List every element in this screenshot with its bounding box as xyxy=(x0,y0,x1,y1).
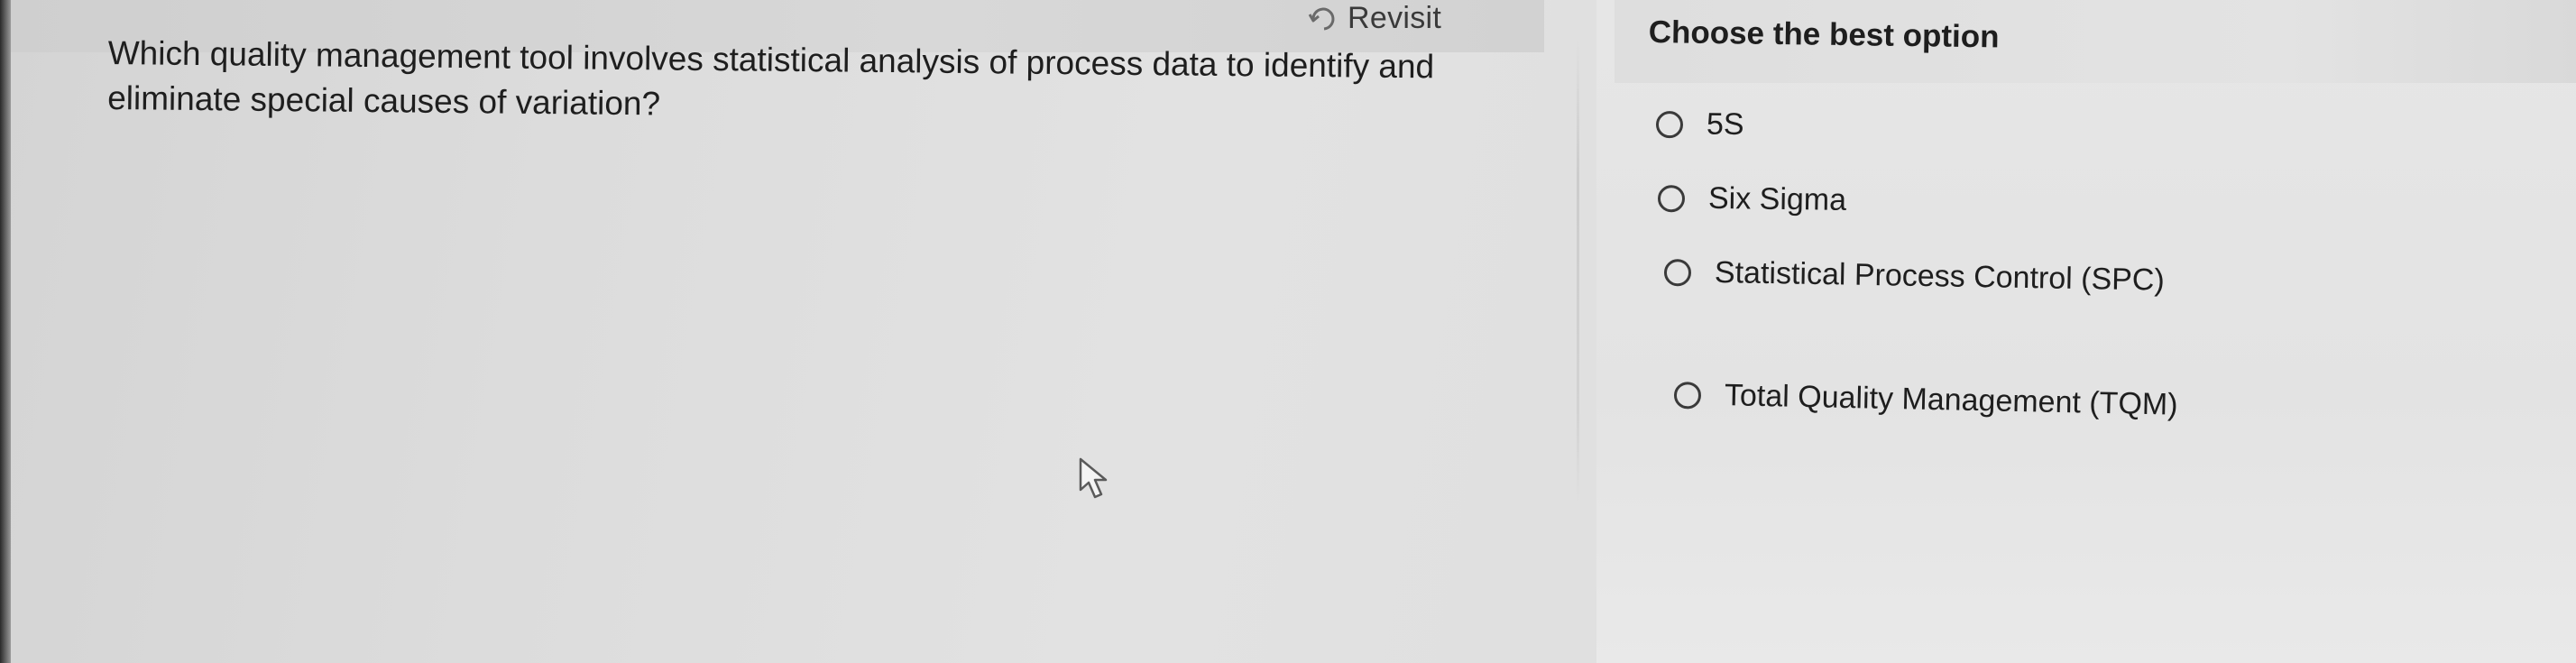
revisit-button[interactable]: Revisit xyxy=(1306,0,1441,36)
mouse-pointer-icon xyxy=(1079,457,1108,499)
revisit-label: Revisit xyxy=(1348,0,1442,35)
radio-button[interactable] xyxy=(1655,110,1684,138)
answer-panel xyxy=(1596,0,2576,663)
panel-divider xyxy=(1577,36,1579,505)
bezel-edge xyxy=(0,0,11,663)
radio-button[interactable] xyxy=(1663,258,1692,287)
option-5s[interactable]: 5S xyxy=(1655,106,1744,143)
option-six-sigma[interactable]: Six Sigma xyxy=(1657,180,1847,218)
radio-button[interactable] xyxy=(1673,381,1702,410)
option-label: 5S xyxy=(1706,106,1744,143)
option-label: Six Sigma xyxy=(1707,180,1847,217)
choose-option-heading: Choose the best option xyxy=(1648,14,2000,55)
revisit-icon xyxy=(1306,2,1339,34)
question-text: Which quality management tool involves s… xyxy=(107,33,1435,123)
radio-button[interactable] xyxy=(1657,184,1686,212)
